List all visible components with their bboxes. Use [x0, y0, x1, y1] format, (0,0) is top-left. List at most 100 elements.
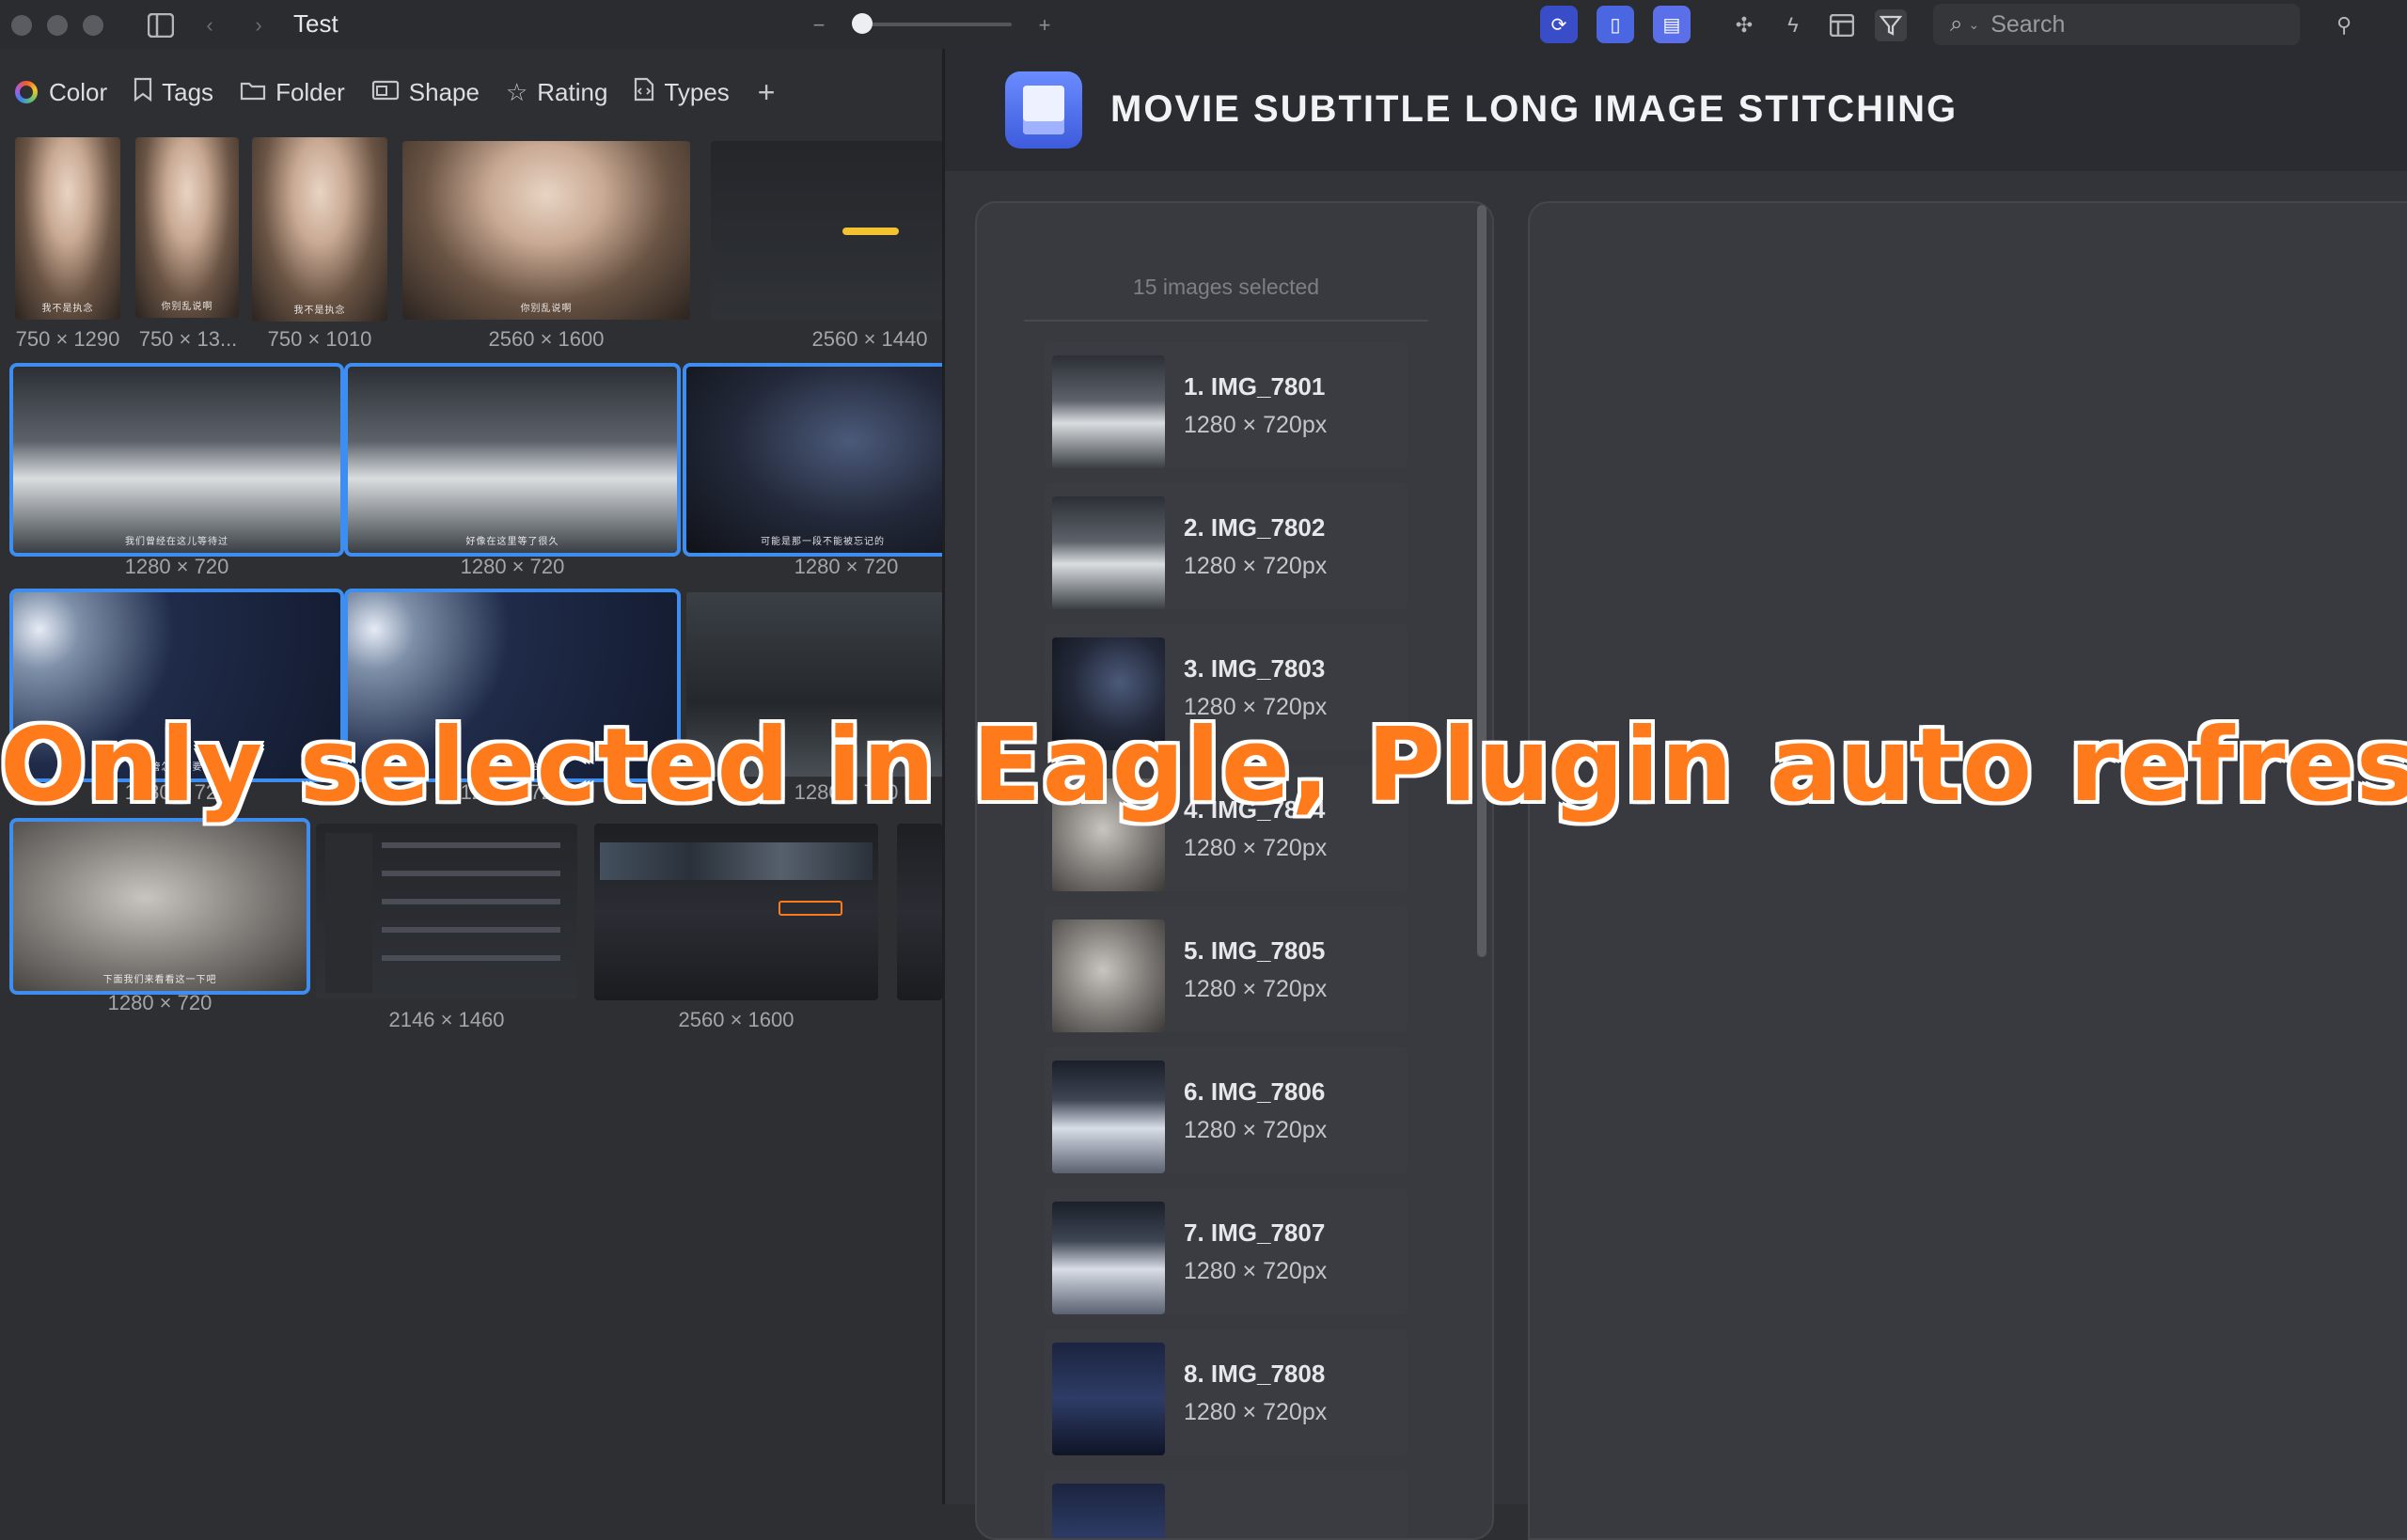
list-item[interactable]: 5. IMG_7805 1280 × 720px [1045, 906, 1408, 1032]
grid-thumbnail-selected[interactable]: 好像在这里等了很久 [344, 363, 681, 557]
list-item-thumbnail [1052, 1061, 1165, 1173]
list-item-thumbnail [1052, 1343, 1165, 1455]
list-item-dimensions: 1280 × 720px [1184, 1258, 1328, 1284]
puzzle-icon[interactable]: ✣ [1728, 9, 1760, 41]
grid-thumbnail[interactable] [711, 141, 946, 320]
list-item-name: 6. IMG_7806 [1184, 1077, 1326, 1106]
star-icon: ☆ [505, 77, 528, 106]
filter-types-label: Types [664, 77, 730, 106]
code-file-icon [634, 77, 654, 108]
layout-icon[interactable] [1826, 9, 1858, 41]
add-filter-button[interactable]: + [758, 75, 776, 110]
list-item-name: 2. IMG_7802 [1184, 513, 1326, 542]
chevron-left-icon[interactable]: ‹ [194, 9, 226, 41]
filter-folder[interactable]: Folder [240, 78, 345, 107]
list-item[interactable]: 2. IMG_7802 1280 × 720px [1045, 483, 1408, 609]
list-item[interactable]: 6. IMG_7806 1280 × 720px [1045, 1047, 1408, 1173]
thumbnail-caption: 750 × 13... [138, 327, 238, 351]
list-item-dimensions: 1280 × 720px [1184, 835, 1328, 861]
list-item-dimensions: 1280 × 720px [1184, 1399, 1328, 1425]
filter-rating[interactable]: ☆ Rating [506, 78, 607, 107]
list-item-name: 7. IMG_7807 [1184, 1218, 1326, 1247]
grid-thumbnail[interactable]: 我不是执念 [15, 137, 120, 320]
thumbnail-caption: 1280 × 720 [460, 555, 565, 578]
list-item-name: 8. IMG_7808 [1184, 1359, 1326, 1388]
list-item[interactable]: 1. IMG_7801 1280 × 720px [1045, 342, 1408, 468]
list-item-thumbnail [1052, 919, 1165, 1032]
list-item-dimensions: 1280 × 720px [1184, 1117, 1328, 1143]
thumbnail-caption: 750 × 1290 [15, 327, 120, 351]
zoom-slider-knob[interactable] [852, 13, 873, 34]
plugin-app-icon [1005, 71, 1082, 149]
list-item-name: 3. IMG_7803 [1184, 654, 1326, 683]
sidebar-toggle-icon[interactable] [145, 9, 177, 41]
plugin-title: MOVIE SUBTITLE LONG IMAGE STITCHING [1110, 88, 1959, 130]
filter-shape-label: Shape [408, 77, 480, 106]
filter-color-label: Color [49, 77, 108, 106]
overlay-caption: Only selected in Eagle, Plugin auto refr… [0, 707, 2407, 825]
preview-area [1528, 201, 2407, 1540]
zoom-window-button[interactable] [83, 15, 103, 36]
close-window-button[interactable] [11, 15, 32, 36]
list-item[interactable]: 7. IMG_7807 1280 × 720px [1045, 1188, 1408, 1314]
list-item-name: 5. IMG_7805 [1184, 936, 1326, 965]
grid-thumbnail-selected[interactable]: 下面我们来看看这一下吧 [9, 818, 310, 995]
list-item-dimensions: 1280 × 720px [1184, 553, 1328, 579]
lightning-icon[interactable]: ϟ [1777, 9, 1809, 41]
shape-icon [371, 78, 400, 107]
list-item-dimensions: 1280 × 720px [1184, 412, 1328, 438]
minimize-window-button[interactable] [47, 15, 68, 36]
zoom-out-button[interactable]: − [803, 9, 835, 41]
stitch-plugin-icon[interactable]: ▤ [1653, 6, 1691, 43]
list-item-thumbnail [1052, 1202, 1165, 1314]
search-input[interactable] [1989, 9, 2257, 39]
grid-thumbnail[interactable] [316, 824, 577, 998]
thumbnail-caption: 1280 × 720 [794, 555, 899, 578]
thumbnail-caption: 2560 × 1600 [678, 1008, 794, 1031]
title-bar: ‹ › Test − + ⟳ ▯ ▤ ✣ ϟ ⌕ ⌄ ⚲ [0, 0, 2407, 49]
filter-tags[interactable]: Tags [134, 77, 213, 108]
list-item-name: 1. IMG_7801 [1184, 372, 1326, 401]
chevron-down-icon[interactable]: ⌄ [1968, 17, 1979, 33]
refresh-plugin-icon[interactable]: ⟳ [1540, 6, 1578, 43]
grid-thumbnail[interactable]: 我不是执念 [252, 137, 387, 322]
plugin-header: MOVIE SUBTITLE LONG IMAGE STITCHING [945, 49, 2407, 171]
search-bar[interactable]: ⌕ ⌄ [1933, 4, 2300, 45]
pin-icon[interactable]: ⚲ [2328, 9, 2360, 41]
grid-thumbnail[interactable]: 你别乱说啊 [135, 137, 239, 318]
search-icon: ⌕ [1950, 11, 1963, 37]
zoom-slider[interactable] [856, 23, 1012, 26]
zoom-in-button[interactable]: + [1029, 9, 1061, 41]
filter-shape[interactable]: Shape [371, 78, 480, 107]
chevron-right-icon[interactable]: › [243, 9, 275, 41]
thumbnail-caption: 2560 × 1600 [488, 327, 605, 351]
grid-thumbnail-selected[interactable]: 可能是那一段不能被忘记的 [683, 363, 963, 557]
divider [1024, 320, 1428, 322]
filter-types[interactable]: Types [634, 77, 730, 108]
color-ring-icon [15, 81, 38, 103]
grid-thumbnail[interactable] [594, 824, 878, 1000]
list-item-thumbnail [1052, 1484, 1165, 1538]
filter-rating-label: Rating [537, 77, 608, 106]
filter-bar: Color Tags Folder Shape ☆ Rating Types + [0, 64, 775, 120]
grid-thumbnail-selected[interactable]: 我们曾经在这儿等待过 [9, 363, 344, 557]
grid-thumbnail[interactable]: 你别乱说啊 [402, 141, 690, 320]
bookmark-icon [134, 77, 152, 108]
filter-folder-label: Folder [275, 77, 345, 106]
thumbnail-caption: 2146 × 1460 [388, 1008, 505, 1031]
filter-color[interactable]: Color [15, 78, 107, 107]
thumbnail-caption: 1280 × 720 [107, 991, 212, 1014]
list-scrollbar[interactable] [1477, 205, 1487, 957]
list-item-dimensions: 1280 × 720px [1184, 976, 1328, 1002]
zip-plugin-icon[interactable]: ▯ [1597, 6, 1634, 43]
list-item[interactable] [1045, 1470, 1408, 1538]
list-item[interactable]: 8. IMG_7808 1280 × 720px [1045, 1329, 1408, 1455]
list-item-thumbnail [1052, 496, 1165, 609]
filter-tags-label: Tags [162, 77, 214, 106]
list-item-thumbnail [1052, 355, 1165, 468]
grid-thumbnail[interactable] [897, 824, 942, 1000]
filter-icon[interactable] [1875, 9, 1907, 41]
folder-icon [240, 78, 266, 107]
thumbnail-caption: 750 × 1010 [267, 327, 372, 351]
selected-images-list[interactable]: 15 images selected 1. IMG_7801 1280 × 72… [975, 201, 1494, 1540]
